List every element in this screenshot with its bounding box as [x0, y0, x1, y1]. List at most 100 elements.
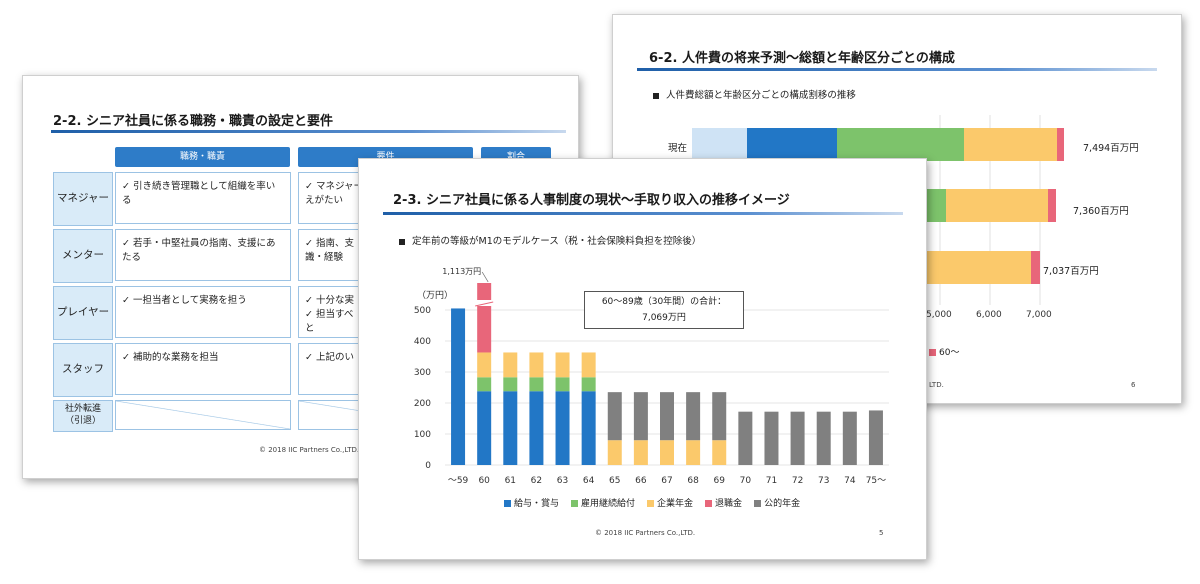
legend-swatch-employment_benefit: [571, 500, 579, 507]
duty-cell-2: ✓ 一担当者として実務を担う: [115, 286, 291, 338]
hbar-0-seg-4: [1057, 128, 1064, 161]
x-tick-label-5: 64: [583, 476, 595, 486]
hbar-0-seg-0: [692, 128, 747, 161]
slide-2-3: 2-3. シニア社員に係る人事制度の現状～手取り収入の推移イメージ 定年前の等級…: [358, 158, 927, 560]
bar-0-salary: [451, 308, 466, 465]
bar-4-corporate_pension: [555, 352, 570, 378]
legend-label-1: 雇用継続給付: [581, 499, 636, 509]
bar-10-public_pension: [712, 392, 727, 441]
legend-label-0: 給与・賞与: [514, 499, 560, 509]
bar-6-corporate_pension: [607, 440, 622, 465]
footer-copyright: LTD.: [929, 381, 944, 389]
bar-1-retirement: [477, 283, 492, 353]
total-callout: 60～89歳（30年間）の合計： 7,069万円: [584, 291, 744, 329]
hbar-2-seg-1: [1031, 251, 1040, 284]
row-label-3: スタッフ: [53, 343, 113, 397]
bar-9-public_pension: [686, 392, 701, 441]
duty-cell-3: ✓ 補助的な業務を担当: [115, 343, 291, 395]
y-tick-label-0: 0: [425, 461, 431, 471]
title-rule: [383, 212, 903, 215]
bar-10-corporate_pension: [712, 440, 727, 465]
duty-cell-1: ✓ 若手・中堅社員の指南、支援にあたる: [115, 229, 291, 281]
x-tick-7000: 7,000: [1026, 310, 1052, 320]
bar-5-employment_benefit: [581, 377, 596, 392]
hbar-0-seg-3: [964, 128, 1057, 161]
bar-4-salary: [555, 391, 570, 465]
x-tick-label-9: 68: [687, 476, 699, 486]
bar-1-salary: [477, 391, 492, 465]
x-tick-label-14: 73: [818, 476, 829, 486]
bar-9-corporate_pension: [686, 440, 701, 465]
y-tick-label-3: 300: [414, 368, 431, 378]
x-tick-5000: 5,000: [926, 310, 952, 320]
legend-swatch-salary: [504, 500, 511, 507]
legend-swatch-retirement: [705, 500, 713, 507]
bar-6-public_pension: [607, 392, 622, 441]
hbar-1-seg-1: [946, 189, 1048, 222]
peak-annotation: 1,113万円: [442, 267, 481, 276]
bar-15-public_pension: [842, 411, 857, 465]
row-label-0: マネジャー: [53, 172, 113, 226]
row-label-2: プレイヤー: [53, 286, 113, 340]
x-tick-label-13: 72: [792, 476, 803, 486]
legend-item-2: 企業年金: [647, 499, 693, 509]
footer-copyright: © 2018 IIC Partners Co.,LTD.: [595, 529, 696, 537]
y-tick-label-4: 400: [414, 337, 431, 347]
total-label-3: 7,037百万円: [1043, 266, 1099, 277]
bar-8-corporate_pension: [660, 440, 674, 465]
legend-label-3: 退職金: [715, 499, 743, 509]
bar-3-corporate_pension: [529, 352, 544, 378]
hbar-0-seg-1: [747, 128, 837, 161]
bar-1-employment_benefit: [477, 377, 492, 392]
legend-60plus: 60～: [929, 345, 959, 358]
x-tick-label-6: 65: [609, 476, 620, 486]
chart-legend: 給与・賞与 雇用継続給付 企業年金 退職金 公的年金: [504, 496, 812, 509]
bar-13-public_pension: [790, 411, 805, 465]
row-label-4: 社外転進 （引退）: [53, 400, 113, 432]
legend-label-4: 公的年金: [764, 499, 801, 509]
column-header-duty: 職務・職責: [115, 147, 290, 167]
bullet-icon: [399, 238, 405, 245]
bar-3-employment_benefit: [529, 377, 544, 392]
bar-3-salary: [529, 391, 544, 465]
legend-item-0: 給与・賞与: [504, 499, 559, 509]
x-tick-label-0: ～59: [448, 476, 469, 486]
bar-7-public_pension: [633, 392, 648, 441]
legend-item-3: 退職金: [705, 499, 742, 509]
hbar-1-seg-2: [1048, 189, 1056, 222]
bar-5-corporate_pension: [581, 352, 596, 378]
slide-title: 2-3. シニア社員に係る人事制度の現状～手取り収入の推移イメージ: [393, 193, 790, 208]
bar-1-corporate_pension: [477, 352, 492, 378]
total-label-2: 7,360百万円: [1073, 206, 1129, 217]
bar-2-employment_benefit: [503, 377, 518, 392]
bar-14-public_pension: [816, 411, 831, 465]
y-tick-label-2: 200: [414, 399, 431, 409]
bar-12-public_pension: [764, 411, 779, 465]
x-tick-label-12: 71: [766, 476, 777, 486]
duty-cell-4: [115, 400, 291, 430]
bar-2-corporate_pension: [503, 352, 518, 378]
hbar-0-seg-2: [837, 128, 964, 161]
y-axis-unit: （万円）: [417, 290, 453, 301]
legend-swatch-corporate_pension: [647, 500, 655, 507]
x-tick-label-8: 67: [661, 476, 672, 486]
bar-2-salary: [503, 391, 518, 465]
x-tick-label-3: 62: [531, 476, 542, 486]
x-tick-label-11: 70: [740, 476, 752, 486]
y-tick-label-5: 500: [414, 306, 431, 316]
x-tick-label-16: 75～: [866, 476, 886, 486]
y-tick-label-1: 100: [414, 430, 431, 440]
x-tick-label-1: 60: [478, 476, 490, 486]
x-tick-label-15: 74: [844, 476, 856, 486]
bar-5-salary: [581, 391, 596, 465]
chart-subtitle: 定年前の等級がM1のモデルケース（税・社会保険料負担を控除後）: [399, 233, 701, 247]
legend-swatch-retirement: [929, 349, 936, 356]
peak-annotation-leader: [481, 271, 489, 283]
bar-7-corporate_pension: [633, 440, 648, 465]
bar-16-public_pension: [868, 410, 883, 465]
x-tick-label-10: 69: [714, 476, 726, 486]
slide-title: 2-2. シニア社員に係る職務・職責の設定と要件: [53, 114, 333, 129]
legend-item-1: 雇用継続給付: [571, 499, 635, 509]
bar-4-employment_benefit: [555, 377, 570, 392]
x-tick-6000: 6,000: [976, 310, 1002, 320]
